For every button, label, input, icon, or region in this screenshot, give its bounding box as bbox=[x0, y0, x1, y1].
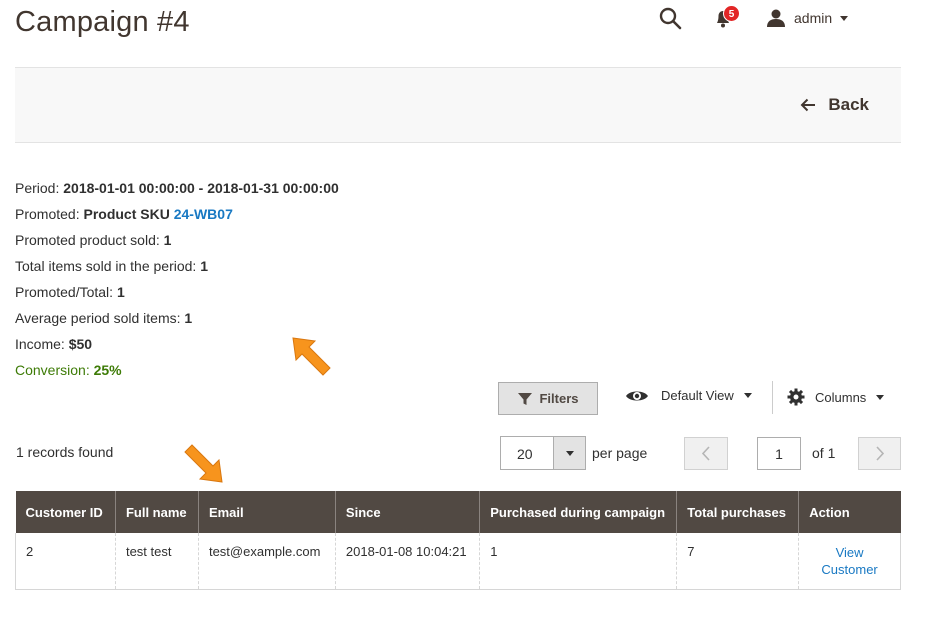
chevron-down-icon bbox=[743, 393, 752, 398]
period-line: Period: 2018-01-01 00:00:00 - 2018-01-31… bbox=[15, 175, 339, 201]
income-label: Income: bbox=[15, 336, 69, 352]
total-items-line: Total items sold in the period: 1 bbox=[15, 253, 339, 279]
ratio-line: Promoted/Total: 1 bbox=[15, 279, 339, 305]
cell-action: View Customer bbox=[798, 533, 901, 590]
back-button[interactable]: Back bbox=[800, 95, 869, 115]
toolbar-divider bbox=[772, 381, 773, 414]
column-header-action: Action bbox=[798, 491, 901, 533]
total-items-value: 1 bbox=[200, 258, 209, 274]
promoted-value: Product SKU bbox=[83, 206, 174, 222]
arrow-left-icon bbox=[800, 98, 816, 112]
cell-since: 2018-01-08 10:04:21 bbox=[334, 533, 480, 590]
funnel-icon bbox=[518, 392, 533, 405]
ratio-label: Promoted/Total: bbox=[15, 284, 117, 300]
conversion-value: 25% bbox=[93, 362, 122, 378]
average-line: Average period sold items: 1 bbox=[15, 305, 339, 331]
view-switcher[interactable]: Default View bbox=[625, 388, 752, 403]
admin-user-menu[interactable]: admin bbox=[766, 8, 876, 28]
per-page-select[interactable]: 20 bbox=[500, 436, 586, 470]
search-icon bbox=[659, 7, 682, 30]
promoted-line: Promoted: Product SKU 24-WB07 bbox=[15, 201, 339, 227]
product-sku-link[interactable]: 24-WB07 bbox=[174, 206, 233, 222]
view-customer-link-line1: View bbox=[835, 545, 864, 560]
columns-button[interactable]: Columns bbox=[787, 388, 885, 406]
column-header-email[interactable]: Email bbox=[197, 491, 336, 533]
chevron-right-icon bbox=[876, 446, 885, 461]
chevron-left-icon bbox=[701, 446, 710, 461]
conversion-label: Conversion: bbox=[15, 362, 94, 378]
column-header-total-purchases[interactable]: Total purchases bbox=[676, 491, 799, 533]
current-page-input[interactable] bbox=[757, 437, 801, 470]
promoted-sold-label: Promoted product sold: bbox=[15, 232, 164, 248]
ratio-value: 1 bbox=[116, 284, 125, 300]
per-page-label: per page bbox=[592, 445, 648, 461]
column-header-purchased-during-campaign[interactable]: Purchased during campaign bbox=[479, 491, 677, 533]
income-value: $50 bbox=[68, 336, 93, 352]
cell-purchased-during-campaign: 1 bbox=[479, 533, 677, 590]
grid-header-row: Customer ID Full name Email Since Purcha… bbox=[15, 491, 901, 533]
view-customer-link[interactable]: View Customer bbox=[809, 544, 890, 578]
user-icon bbox=[767, 9, 785, 27]
view-customer-link-line2: Customer bbox=[821, 562, 878, 577]
annotation-arrow-icon bbox=[292, 337, 331, 376]
filters-label: Filters bbox=[539, 391, 579, 406]
column-header-customer-id[interactable]: Customer ID bbox=[15, 491, 116, 533]
previous-page-button[interactable] bbox=[684, 437, 728, 470]
table-row: 2 test test test@example.com 2018-01-08 … bbox=[15, 533, 901, 590]
cell-customer-id: 2 bbox=[15, 533, 116, 590]
columns-label: Columns bbox=[815, 389, 867, 405]
chevron-down-icon bbox=[840, 15, 849, 21]
search-button[interactable] bbox=[658, 6, 684, 32]
cell-email: test@example.com bbox=[197, 533, 336, 590]
promoted-sold-value: 1 bbox=[163, 232, 172, 248]
period-value: 2018-01-01 00:00:00 - 2018-01-31 00:00:0… bbox=[63, 180, 339, 196]
page-title: Campaign #4 bbox=[15, 6, 190, 38]
total-items-label: Total items sold in the period: bbox=[15, 258, 201, 274]
average-value: 1 bbox=[184, 310, 193, 326]
chevron-down-icon[interactable] bbox=[553, 437, 585, 469]
period-label: Period: bbox=[15, 180, 64, 196]
column-header-full-name[interactable]: Full name bbox=[114, 491, 199, 533]
filters-button[interactable]: Filters bbox=[498, 382, 598, 415]
cell-full-name: test test bbox=[114, 533, 199, 590]
admin-username: admin bbox=[794, 10, 833, 26]
per-page-value: 20 bbox=[517, 446, 533, 462]
back-label: Back bbox=[828, 95, 869, 114]
notification-count-badge: 5 bbox=[723, 5, 740, 22]
records-found: 1 records found bbox=[16, 444, 114, 460]
gear-icon bbox=[787, 388, 805, 406]
customers-grid: Customer ID Full name Email Since Purcha… bbox=[15, 491, 901, 590]
chevron-down-icon bbox=[876, 394, 885, 400]
total-pages: of 1 bbox=[812, 445, 836, 461]
promoted-label: Promoted: bbox=[15, 206, 84, 222]
annotation-arrow-icon bbox=[184, 444, 223, 483]
promoted-sold-line: Promoted product sold: 1 bbox=[15, 227, 339, 253]
notifications-button[interactable]: 5 bbox=[711, 5, 740, 32]
view-label: Default View bbox=[661, 388, 734, 403]
average-label: Average period sold items: bbox=[15, 310, 185, 326]
eye-icon bbox=[626, 391, 648, 400]
next-page-button[interactable] bbox=[858, 437, 901, 470]
column-header-since[interactable]: Since bbox=[334, 491, 480, 533]
cell-total-purchases: 7 bbox=[676, 533, 799, 590]
page-actions-bar: Back bbox=[15, 67, 901, 143]
